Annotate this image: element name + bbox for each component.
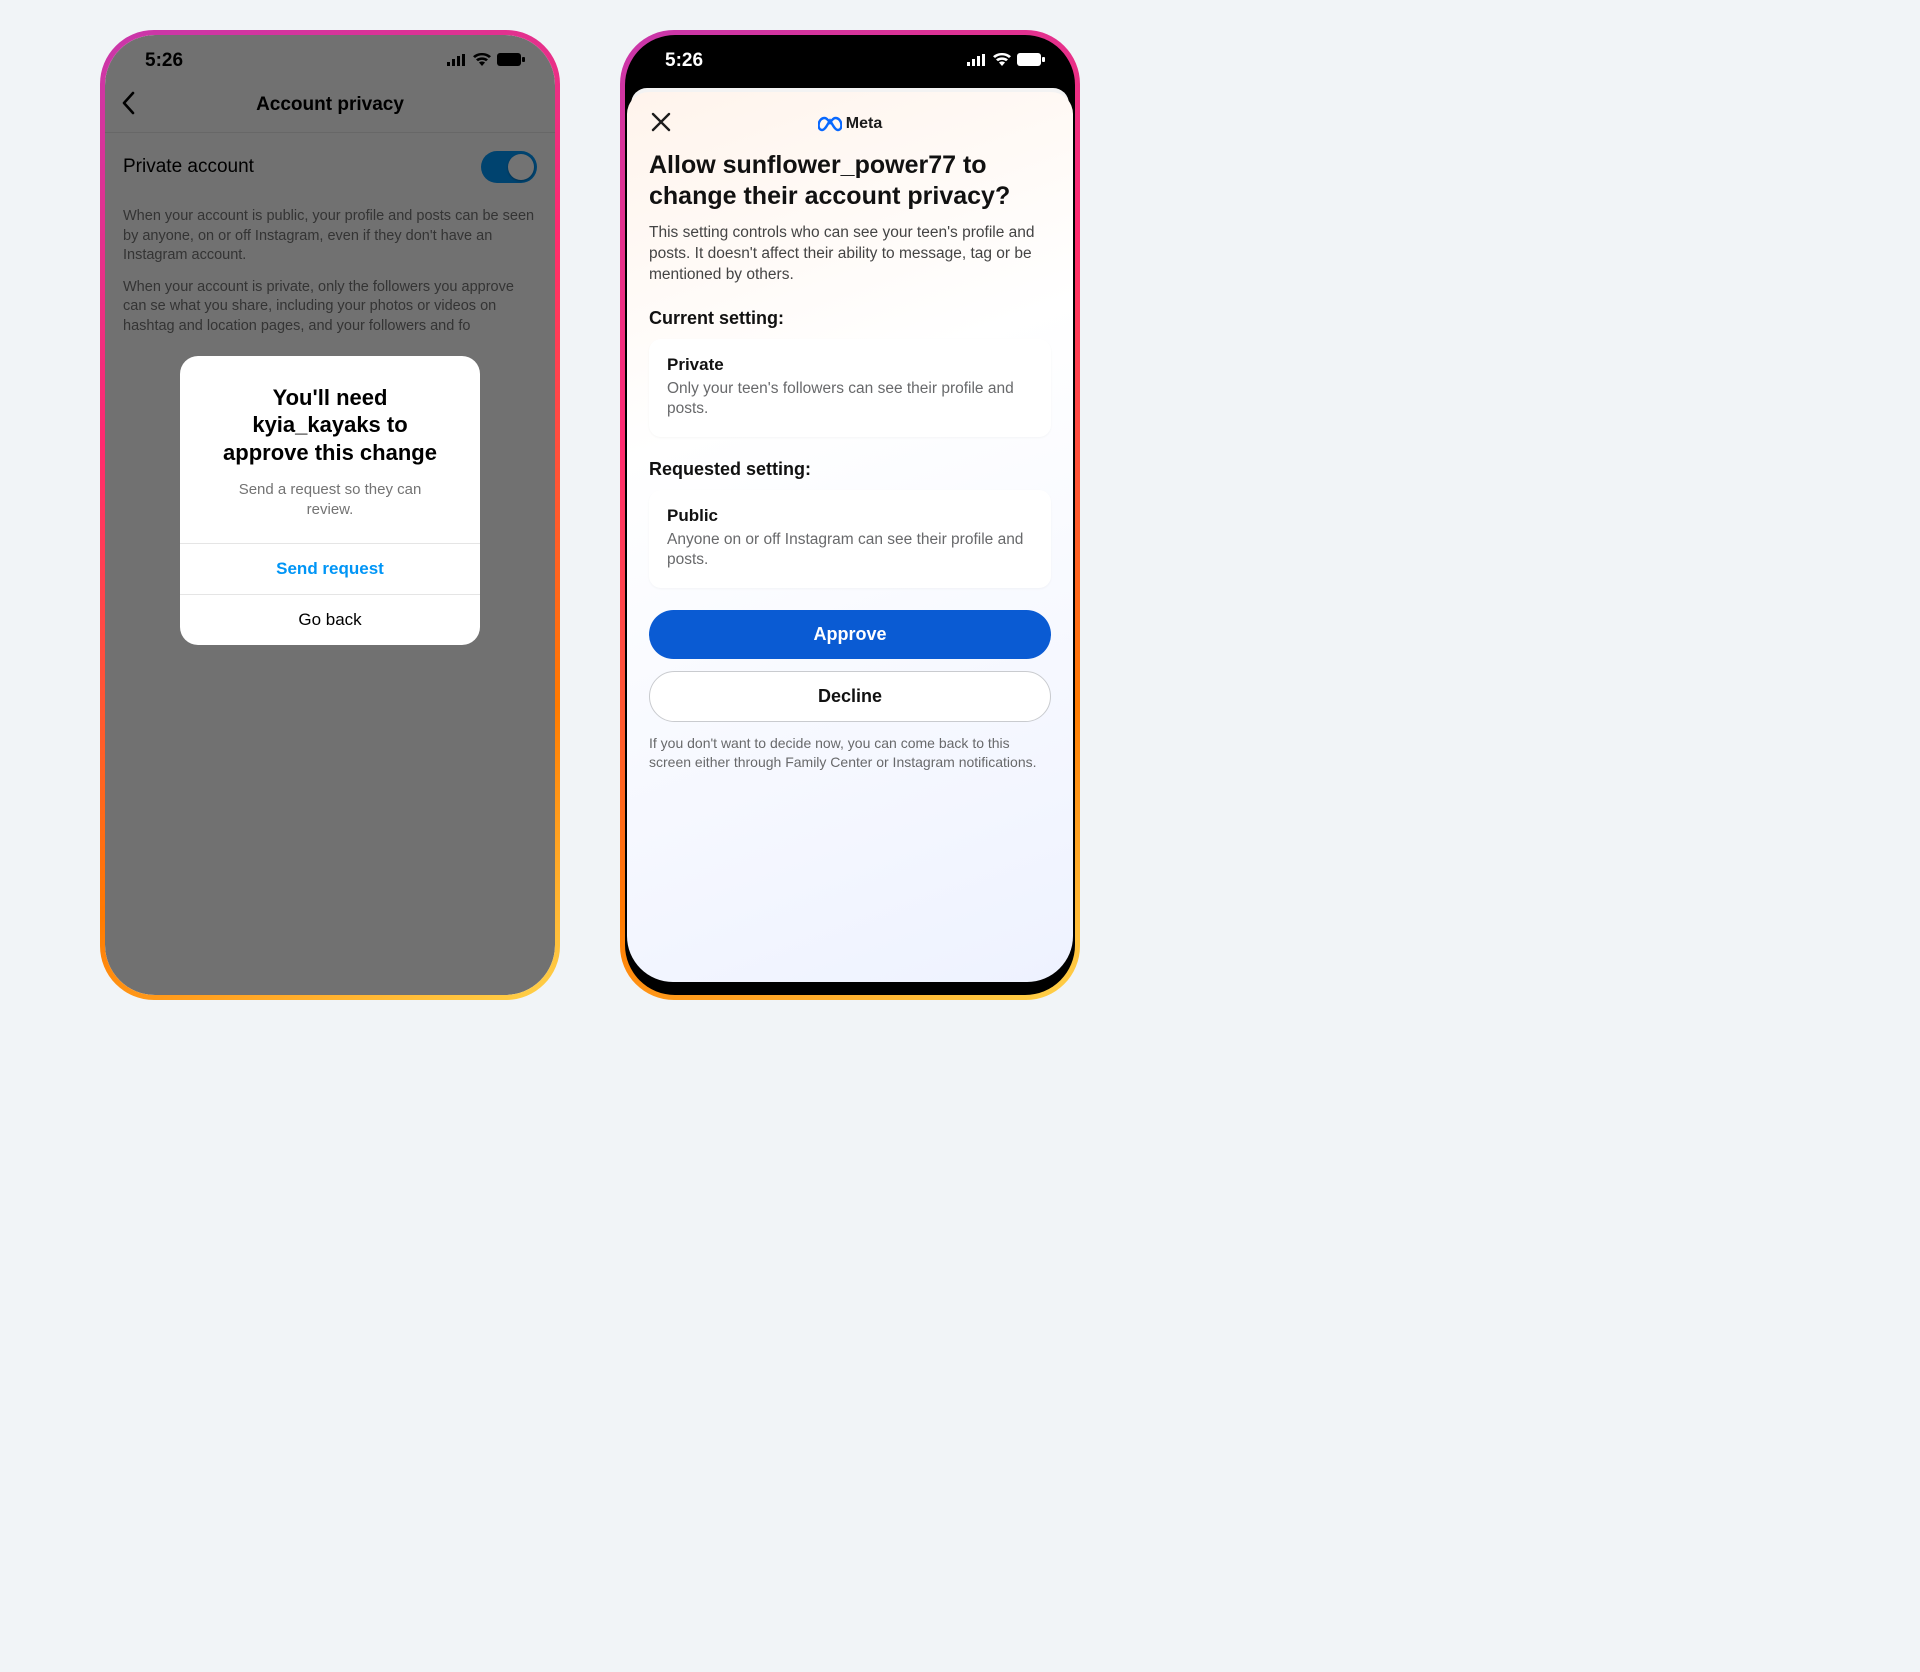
phone-right: 5:26 — [620, 30, 1080, 1000]
decline-button[interactable]: Decline — [649, 671, 1051, 722]
current-setting-label: Current setting: — [649, 308, 1051, 329]
sheet-subtitle: This setting controls who can see your t… — [649, 223, 1051, 286]
phone-left: 5:26 Account privacy Private account — [100, 30, 560, 1000]
requested-setting-title: Public — [667, 506, 1033, 526]
requested-setting-card: Public Anyone on or off Instagram can se… — [649, 490, 1051, 588]
approval-sheet: Meta Allow sunflower_power77 to change t… — [627, 92, 1073, 982]
sheet-header: Meta — [649, 110, 1051, 138]
sheet-footer-text: If you don't want to decide now, you can… — [649, 734, 1051, 772]
approve-button[interactable]: Approve — [649, 610, 1051, 659]
modal-overlay: You'll need kyia_kayaks to approve this … — [105, 35, 555, 995]
meta-brand-text: Meta — [846, 115, 882, 133]
status-time: 5:26 — [665, 50, 703, 72]
current-setting-card: Private Only your teen's followers can s… — [649, 339, 1051, 437]
current-setting-title: Private — [667, 355, 1033, 375]
close-button[interactable] — [651, 110, 671, 136]
battery-icon — [1017, 50, 1045, 72]
requested-setting-desc: Anyone on or off Instagram can see their… — [667, 530, 1033, 570]
modal-title: You'll need kyia_kayaks to approve this … — [180, 356, 480, 473]
phone-right-inner: 5:26 — [625, 35, 1075, 995]
phone-left-inner: 5:26 Account privacy Private account — [105, 35, 555, 995]
current-setting-desc: Only your teen's followers can see their… — [667, 379, 1033, 419]
status-icons — [967, 50, 1045, 72]
meta-logo: Meta — [818, 115, 882, 133]
modal-subtitle: Send a request so they can review. — [180, 472, 480, 543]
status-bar: 5:26 — [625, 35, 1075, 80]
send-request-button[interactable]: Send request — [180, 543, 480, 594]
wifi-icon — [993, 50, 1011, 72]
close-icon — [651, 112, 671, 132]
sheet-title: Allow sunflower_power77 to change their … — [649, 150, 1051, 211]
go-back-button[interactable]: Go back — [180, 594, 480, 645]
meta-infinity-icon — [818, 116, 842, 132]
cellular-icon — [967, 50, 987, 72]
requested-setting-label: Requested setting: — [649, 459, 1051, 480]
approval-modal: You'll need kyia_kayaks to approve this … — [180, 356, 480, 645]
